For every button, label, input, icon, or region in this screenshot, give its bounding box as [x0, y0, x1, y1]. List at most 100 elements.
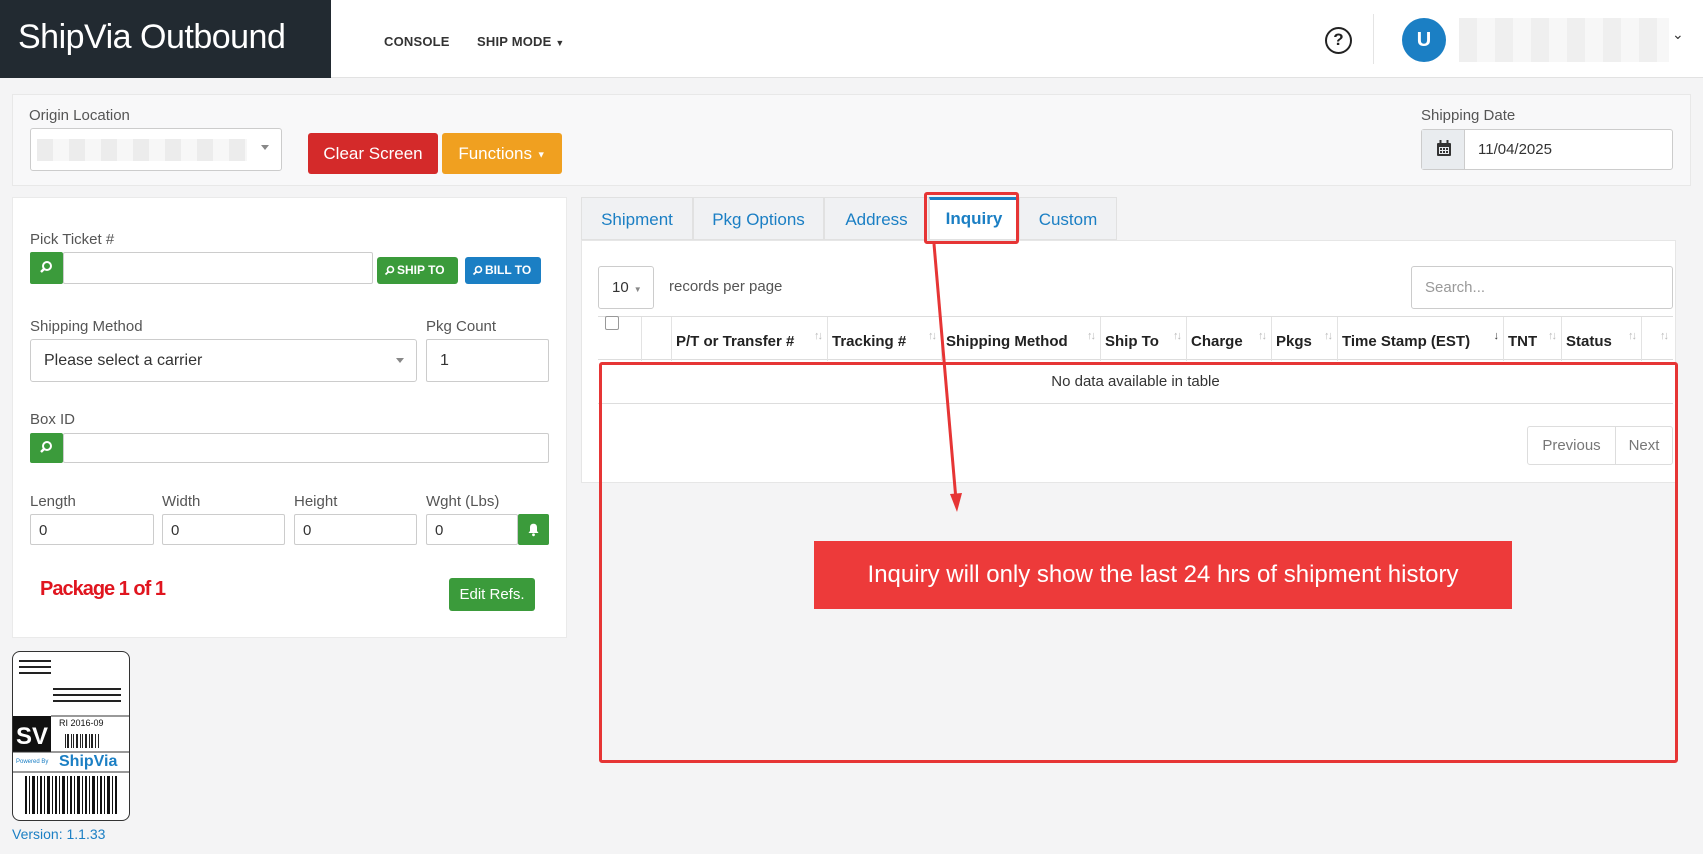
- expand-column: [642, 317, 672, 361]
- box-id-input[interactable]: [63, 433, 549, 463]
- caret-down-icon: [396, 358, 404, 363]
- origin-location-redacted: [37, 139, 247, 161]
- table-search-input[interactable]: [1411, 266, 1673, 309]
- edit-refs-button[interactable]: Edit Refs.: [449, 578, 535, 611]
- column-header-label: Pkgs: [1276, 333, 1312, 350]
- pick-ticket-input[interactable]: [63, 252, 373, 284]
- nav-console[interactable]: CONSOLE: [384, 34, 450, 49]
- shipping-method-label: Shipping Method: [30, 318, 143, 335]
- column-header-label: Status: [1566, 333, 1612, 350]
- logo-code-text: RI 2016-09: [59, 718, 104, 728]
- select-all-checkbox[interactable]: [605, 316, 619, 330]
- height-input[interactable]: 0: [294, 514, 417, 545]
- column-header-extra[interactable]: ↑↓: [1642, 317, 1673, 361]
- caret-down-icon: ▼: [633, 285, 642, 294]
- bell-icon: [528, 523, 539, 537]
- bill-to-label: BILL TO: [485, 263, 532, 277]
- annotation-callout: Inquiry will only show the last 24 hrs o…: [814, 541, 1512, 609]
- header-divider: [1373, 14, 1374, 64]
- nav-ship-mode[interactable]: SHIP MODE ▼: [477, 34, 564, 49]
- ship-to-label: SHIP TO: [397, 263, 445, 277]
- caret-down-icon: [261, 145, 269, 150]
- origin-location-select[interactable]: [30, 128, 282, 171]
- records-per-page-select[interactable]: 10 ▼: [598, 266, 654, 309]
- app-header: ShipVia Outbound CONSOLE SHIP MODE ▼ ? U…: [0, 0, 1703, 78]
- tab-bar: Shipment Pkg Options Address Inquiry Cus…: [581, 197, 1117, 240]
- weight-input[interactable]: 0: [426, 514, 518, 545]
- length-input[interactable]: 0: [30, 514, 154, 545]
- package-count-label: Package 1 of 1: [40, 578, 166, 600]
- logo-sv-text: SV: [16, 723, 49, 750]
- table-header: P/T or Transfer # ↑↓ Tracking # ↑↓ Shippin…: [598, 316, 1673, 361]
- sort-icon: ↑↓: [1173, 330, 1182, 342]
- search-icon: [40, 441, 52, 453]
- ship-to-button[interactable]: SHIP TO: [377, 257, 458, 284]
- box-id-label: Box ID: [30, 411, 76, 428]
- sort-icon: ↑↓: [1324, 330, 1333, 342]
- functions-button-label: Functions: [458, 143, 533, 163]
- help-icon[interactable]: ?: [1325, 27, 1352, 54]
- search-icon: [40, 261, 52, 273]
- column-header-label: Tracking #: [832, 333, 907, 350]
- box-id-search-button[interactable]: [30, 433, 63, 463]
- app-brand[interactable]: ShipVia Outbound: [0, 0, 331, 78]
- sort-desc-icon: ↓: [1493, 330, 1499, 342]
- search-icon: [384, 265, 395, 276]
- user-name-redacted: [1459, 18, 1669, 62]
- width-label: Width: [162, 493, 201, 510]
- width-input[interactable]: 0: [162, 514, 285, 545]
- pick-ticket-label: Pick Ticket #: [30, 231, 115, 248]
- sort-icon: ↑↓: [1258, 330, 1267, 342]
- height-label: Height: [294, 493, 338, 510]
- tab-address[interactable]: Address: [824, 197, 929, 240]
- origin-location-label: Origin Location: [29, 107, 130, 124]
- nav-ship-mode-label[interactable]: SHIP MODE: [477, 34, 552, 49]
- weight-label: Wght (Lbs): [426, 493, 500, 510]
- shipping-method-value: Please select a carrier: [44, 352, 203, 369]
- bill-to-button[interactable]: BILL TO: [465, 257, 541, 284]
- logo-powered-by-text: Powered By: [16, 759, 49, 765]
- scale-bell-button[interactable]: [518, 514, 549, 545]
- sort-icon: ↑↓: [1548, 330, 1557, 342]
- column-header[interactable]: Time Stamp (EST) ↓: [1338, 317, 1504, 361]
- inquiry-tab-highlight: [924, 192, 1019, 244]
- select-all-column: [598, 316, 642, 361]
- tab-custom[interactable]: Custom: [1019, 197, 1117, 240]
- column-header[interactable]: TNT ↑↓: [1504, 317, 1562, 361]
- records-per-page-label: records per page: [669, 278, 783, 295]
- column-header[interactable]: Tracking # ↑↓: [828, 317, 942, 361]
- sort-icon: ↑↓: [1628, 330, 1637, 342]
- caret-down-icon: ▼: [536, 149, 546, 160]
- column-header-label: P/T or Transfer #: [676, 333, 795, 350]
- sort-icon: ↑↓: [1660, 330, 1669, 342]
- tab-pkg-options[interactable]: Pkg Options: [693, 197, 824, 240]
- column-header-label: Shipping Method: [946, 333, 1068, 350]
- column-header[interactable]: Shipping Method ↑↓: [942, 317, 1101, 361]
- caret-down-icon: ▼: [555, 38, 565, 48]
- column-header[interactable]: Status ↑↓: [1562, 317, 1642, 361]
- functions-button[interactable]: Functions ▼: [442, 133, 562, 174]
- shipping-date-field[interactable]: 11/04/2025: [1421, 129, 1673, 170]
- pkg-count-input[interactable]: 1: [426, 339, 549, 382]
- column-header-label: Time Stamp (EST): [1342, 333, 1471, 350]
- shipping-date-value[interactable]: 11/04/2025: [1478, 141, 1552, 158]
- tab-shipment[interactable]: Shipment: [581, 197, 693, 240]
- length-label: Length: [30, 493, 76, 510]
- user-avatar[interactable]: U: [1402, 18, 1446, 62]
- column-header[interactable]: Ship To ↑↓: [1101, 317, 1187, 361]
- clear-screen-button[interactable]: Clear Screen: [308, 133, 438, 174]
- version-label: Version: 1.1.33: [12, 826, 106, 842]
- shipvia-logo: SV RI 2016-09 Powered By ShipVia: [12, 651, 130, 821]
- pick-ticket-search-button[interactable]: [30, 252, 63, 284]
- pkg-count-label: Pkg Count: [426, 318, 497, 335]
- column-header[interactable]: P/T or Transfer # ↑↓: [672, 317, 828, 361]
- column-header[interactable]: Charge ↑↓: [1187, 317, 1272, 361]
- column-header-label: TNT: [1508, 333, 1538, 350]
- chevron-down-icon[interactable]: ⌄: [1672, 26, 1684, 43]
- calendar-icon[interactable]: [1422, 130, 1465, 169]
- sort-icon: ↑↓: [928, 330, 937, 342]
- logo-brand-text: ShipVia: [59, 753, 118, 770]
- shipping-method-select[interactable]: Please select a carrier: [30, 339, 417, 382]
- sort-icon: ↑↓: [1087, 330, 1096, 342]
- column-header[interactable]: Pkgs ↑↓: [1272, 317, 1338, 361]
